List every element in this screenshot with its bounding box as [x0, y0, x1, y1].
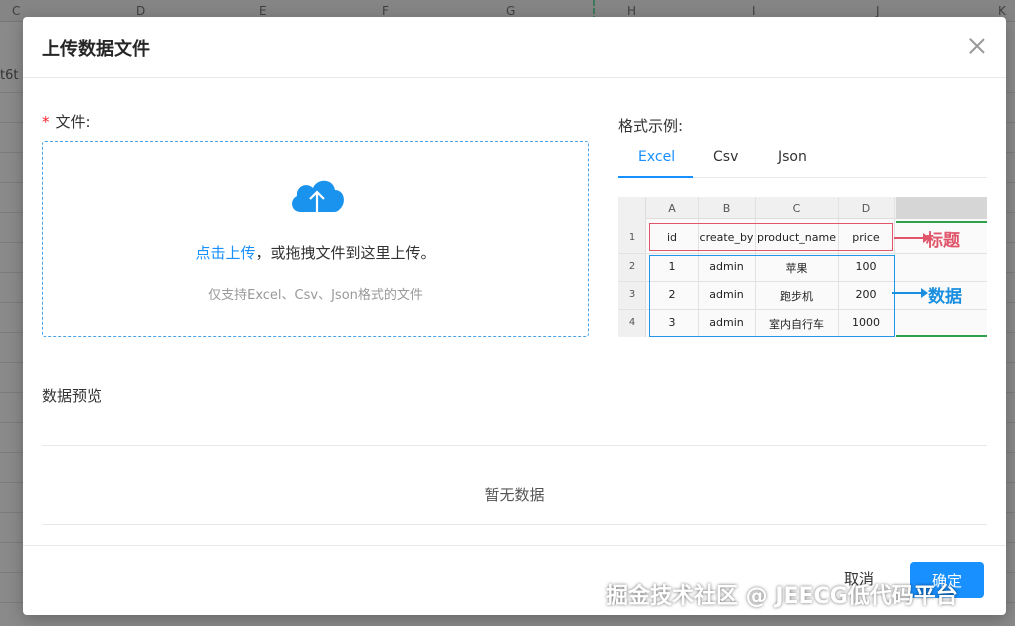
- arrow-right-icon: [892, 288, 928, 298]
- empty-state-text: 暂无数据: [484, 486, 545, 504]
- title-annotation: 标题: [926, 231, 960, 251]
- sample-row-number: 4: [628, 317, 636, 328]
- data-annotation: 数据: [928, 287, 962, 307]
- data-rows-highlight: [649, 255, 895, 337]
- sample-col-letter: C: [792, 202, 801, 215]
- title-row-highlight: [649, 223, 893, 251]
- column-header: C: [12, 4, 21, 18]
- tab-json[interactable]: Json: [778, 149, 807, 165]
- sample-row-number: 2: [628, 261, 636, 272]
- format-tabs: Excel Csv Json: [618, 145, 987, 178]
- column-header: I: [752, 4, 756, 18]
- required-mark: *: [42, 113, 50, 131]
- column-header: H: [627, 4, 637, 18]
- upload-format-hint: 仅支持Excel、Csv、Json格式的文件: [208, 288, 423, 303]
- close-icon[interactable]: [966, 35, 988, 57]
- column-header: K: [998, 4, 1006, 18]
- modal-header: 上传数据文件: [23, 17, 1006, 78]
- column-header: F: [382, 4, 389, 18]
- upload-instruction: 点击上传，或拖拽文件到这里上传。: [43, 242, 588, 263]
- column-header: E: [259, 4, 267, 18]
- sample-col-letter: B: [722, 202, 731, 215]
- arrow-right-icon: [894, 233, 930, 243]
- excel-sample-image: A B C D 1 2 3 4 id create_by product_nam…: [618, 197, 987, 337]
- data-preview-table: 暂无数据: [42, 445, 987, 525]
- click-upload-link[interactable]: 点击上传: [195, 244, 255, 262]
- cloud-upload-icon: [292, 180, 344, 222]
- upload-modal: 上传数据文件 * 文件: 点击上传，或拖拽文件到这里上传。 仅支持Excel、Cs…: [23, 17, 1006, 615]
- sample-col-letter: A: [668, 202, 676, 215]
- drag-instruction: ，或拖拽文件到这里上传。: [255, 244, 436, 262]
- sample-row-number: 1: [628, 232, 636, 243]
- column-header: G: [506, 4, 516, 18]
- background-cell-text: t6t: [0, 68, 19, 83]
- tab-csv[interactable]: Csv: [713, 149, 738, 165]
- sample-col-letter: D: [861, 202, 871, 215]
- file-label-text: 文件:: [55, 113, 91, 131]
- upload-dropzone[interactable]: 点击上传，或拖拽文件到这里上传。 仅支持Excel、Csv、Json格式的文件: [42, 141, 589, 337]
- modal-title: 上传数据文件: [42, 39, 150, 60]
- tab-excel[interactable]: Excel: [638, 149, 675, 165]
- format-example-label: 格式示例:: [618, 117, 684, 135]
- watermark: 掘金技术社区 @ JEECG低代码平台: [606, 584, 958, 609]
- active-tab-indicator: [618, 176, 693, 178]
- file-field-label: * 文件:: [42, 111, 91, 132]
- data-preview-label: 数据预览: [42, 387, 103, 405]
- column-header: J: [876, 4, 880, 18]
- column-header: D: [136, 4, 146, 18]
- sample-row-number: 3: [628, 289, 636, 300]
